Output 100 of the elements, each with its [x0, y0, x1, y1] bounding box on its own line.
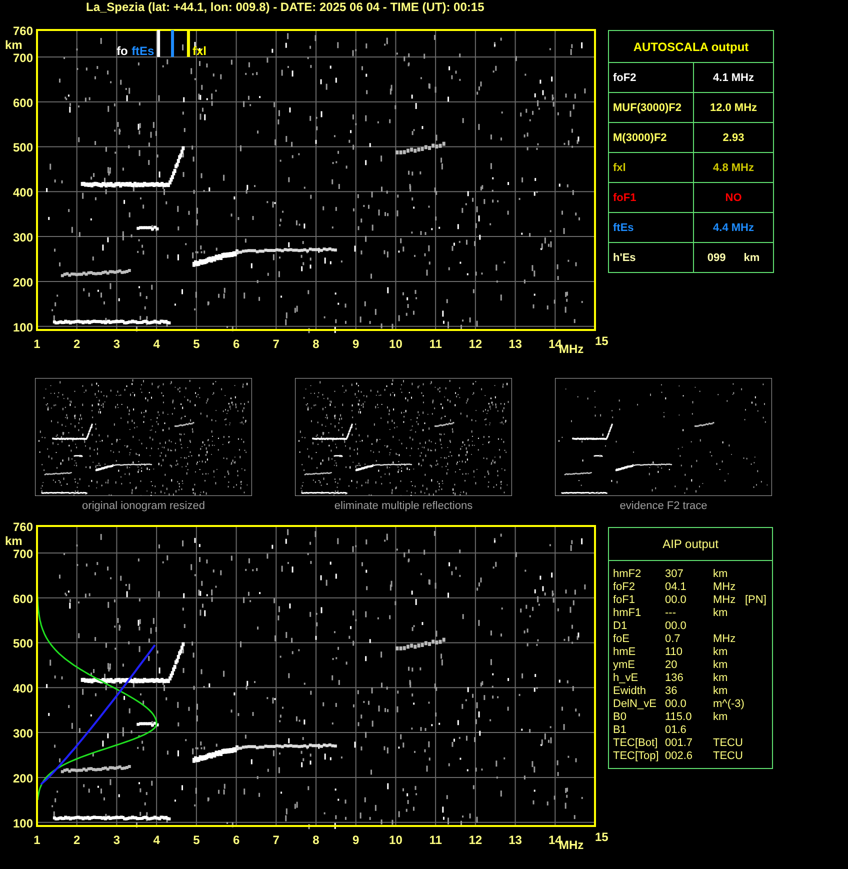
axis-tick-label: 6: [232, 337, 240, 351]
parameter-label: TEC[Bot]: [613, 737, 659, 750]
axis-tick-label: 3: [113, 833, 120, 847]
parameter-value: 4.8 MHz: [713, 162, 754, 174]
axis-tick-label: 400: [12, 186, 33, 200]
parameter-value: 0.7: [665, 633, 682, 646]
axis-tick-label: 100: [12, 816, 33, 830]
method-note: [PN]: [745, 594, 766, 607]
unit-label: km: [713, 711, 729, 724]
parameter-label: TEC[Top]: [613, 750, 660, 763]
parameter-label: h'Es: [608, 242, 694, 272]
parameter-value: 00.0: [665, 594, 688, 607]
marker-label: fo: [116, 44, 128, 58]
unit-label: km: [713, 659, 729, 672]
axis-tick-label: 600: [12, 96, 33, 110]
parameter-value: 36: [665, 685, 678, 698]
axis-tick-label: 11: [429, 833, 442, 847]
axis-tick-label: 600: [12, 592, 33, 606]
axis-tick-label: 2: [74, 337, 80, 351]
parameter-value: 12.0 MHz: [710, 102, 758, 114]
thumbnail-caption: evidence F2 trace: [620, 500, 708, 512]
axis-tick-label: 300: [12, 230, 33, 245]
axis-tick-label: 8: [312, 833, 320, 847]
axis-tick-label: 11: [429, 337, 442, 351]
axis-unit-label: km: [5, 534, 22, 548]
thumbnail-caption: eliminate multiple reflections: [334, 500, 473, 512]
axis-tick-label: 6: [232, 833, 240, 847]
axis-tick-label: 1: [34, 337, 40, 351]
axis-tick-label: 400: [12, 682, 33, 696]
axis-tick-label: 10: [389, 337, 402, 351]
unit-label: km: [713, 607, 729, 620]
parameter-value: NO: [725, 192, 742, 204]
axis-tick-label: 9: [352, 833, 360, 847]
axis-tick-label: 3: [113, 337, 120, 351]
unit-label: TECU: [713, 737, 744, 750]
axis-unit-label: km: [5, 38, 22, 52]
unit-label: MHz: [713, 633, 737, 646]
parameter-value: 115.0: [665, 711, 693, 724]
axis-tick-label: 500: [12, 140, 33, 155]
parameter-label: foF1: [613, 594, 636, 607]
parameter-label: MUF(3000)F2: [608, 92, 694, 122]
unit-label: MHz: [713, 581, 737, 594]
axis-tick-label: 300: [12, 726, 33, 741]
axis-tick-label: 8: [312, 337, 320, 351]
parameter-label: B1: [613, 724, 628, 737]
parameter-label: foE: [613, 633, 631, 646]
parameter-label: M(3000)F2: [608, 122, 694, 152]
parameter-label: ftEs: [608, 212, 694, 242]
axis-tick-label: 7: [272, 833, 280, 847]
parameter-value: 136: [665, 672, 684, 685]
parameter-label: B0: [613, 711, 628, 724]
axis-tick-label: 200: [12, 275, 33, 290]
parameter-value: 307: [665, 568, 684, 581]
axis-tick-label: 9: [352, 337, 360, 351]
parameter-label: foF2: [608, 62, 694, 92]
axis-tick-label: 5: [193, 833, 200, 847]
parameter-label: foF2: [613, 581, 636, 594]
axis-tick-label: 100: [12, 320, 33, 334]
panel-title: AUTOSCALA output: [608, 30, 774, 62]
parameter-value: 002.6: [665, 750, 694, 763]
parameter-value: 00.0: [665, 698, 688, 711]
axis-tick-label: 4: [153, 337, 160, 351]
parameter-label: fxl: [608, 152, 694, 182]
unit-label: km: [713, 672, 729, 685]
parameter-value: 4.1 MHz: [713, 72, 754, 84]
axis-tick-label: 760: [12, 522, 33, 534]
parameter-label: hmE: [613, 646, 637, 659]
parameter-value: 2.93: [722, 132, 744, 144]
parameter-value: 110: [665, 646, 684, 659]
parameter-value: 20: [665, 659, 678, 672]
axis-tick-label: 12: [468, 833, 482, 847]
unit-label: km: [713, 568, 729, 581]
axis-tick-label: 2: [74, 833, 80, 847]
marker-label: ftEs: [132, 44, 154, 58]
axis-tick-label: 500: [12, 636, 33, 651]
axis-tick-label: 200: [12, 771, 33, 786]
parameter-label: foF1: [608, 182, 694, 212]
axis-tick-label: 15: [595, 830, 608, 844]
parameter-value: 001.7: [665, 737, 694, 750]
axis-tick-label: 4: [153, 833, 160, 847]
parameter-label: ymE: [613, 659, 636, 672]
axis-tick-label: 12: [468, 337, 482, 351]
panel-title: AIP output: [609, 528, 772, 561]
axis-tick-label: 15: [595, 334, 608, 348]
unit-label: TECU: [713, 750, 744, 763]
axis-tick-label: 13: [508, 833, 522, 847]
unit-label: km: [744, 252, 760, 264]
axis-tick-label: 7: [272, 337, 280, 351]
page-title: La_Spezia (lat: +44.1, lon: 009.8) - DATE: 2025 06 04 - TIME (UT): 00:15: [85, 0, 486, 16]
parameter-label: Ewidth: [613, 685, 648, 698]
parameter-value: 04.1: [665, 581, 688, 594]
parameter-value: 01.6: [665, 724, 688, 737]
axis-tick-label: 5: [193, 337, 200, 351]
axis-tick-label: 10: [389, 833, 402, 847]
parameter-value: ---: [665, 607, 677, 620]
axis-tick-label: 1: [34, 833, 40, 847]
axis-tick-label: 13: [508, 337, 522, 351]
parameter-label: DelN_vE: [613, 698, 658, 711]
parameter-label: h_vE: [613, 672, 640, 685]
unit-label: km: [713, 646, 729, 659]
